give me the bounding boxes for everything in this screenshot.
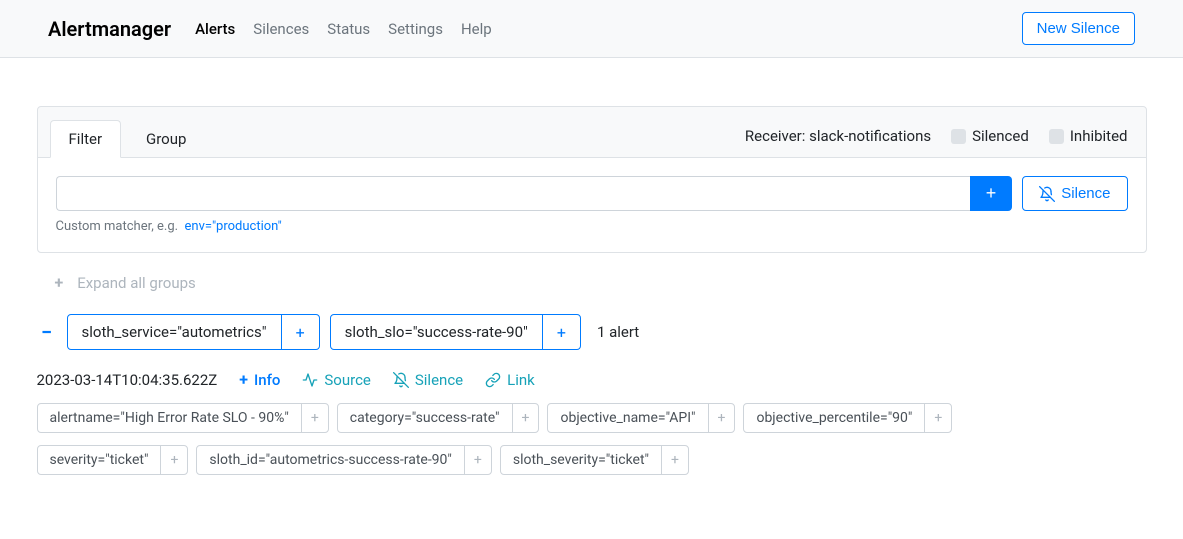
silenced-checkbox[interactable]: Silenced [951, 127, 1029, 145]
filter-hint-example[interactable]: env="production" [185, 219, 282, 234]
label-add-button[interactable]: + [661, 446, 688, 474]
silence-link[interactable]: Silence [393, 371, 463, 389]
alert-count: 1 alert [597, 323, 639, 341]
nav-links: Alerts Silences Status Settings Help [195, 20, 492, 38]
alert-label: alertname="High Error Rate SLO - 90%" + [37, 403, 329, 433]
nav-alerts[interactable]: Alerts [195, 20, 235, 38]
checkbox-icon [951, 129, 966, 144]
alert-timestamp: 2023-03-14T10:04:35.622Z [37, 371, 218, 389]
alert-label: objective_name="API" + [547, 403, 735, 433]
alert-label: sloth_id="autometrics-success-rate-90" + [196, 445, 491, 475]
alert-group-row: − sloth_service="autometrics" + sloth_sl… [37, 302, 1147, 356]
new-silence-button[interactable]: New Silence [1022, 12, 1135, 45]
alert-label: objective_percentile="90" + [743, 403, 952, 433]
link-icon [485, 372, 501, 388]
label-add-button[interactable]: + [924, 404, 951, 432]
group-label-text: sloth_slo="success-rate-90" [331, 315, 542, 349]
inhibited-checkbox[interactable]: Inhibited [1049, 127, 1128, 145]
group-label: sloth_slo="success-rate-90" + [330, 314, 581, 350]
chart-icon [302, 372, 318, 388]
alert-detail: 2023-03-14T10:04:35.622Z + Info Source S… [37, 356, 1147, 481]
label-add-button[interactable]: + [464, 446, 491, 474]
bell-off-icon [393, 372, 409, 388]
label-add-button[interactable]: + [301, 404, 328, 432]
nav-settings[interactable]: Settings [388, 20, 443, 38]
label-add-button[interactable]: + [708, 404, 735, 432]
source-link[interactable]: Source [302, 371, 370, 389]
label-add-button[interactable]: + [160, 446, 187, 474]
top-navbar: Alertmanager Alerts Silences Status Sett… [0, 0, 1183, 58]
tab-filter[interactable]: Filter [50, 120, 122, 158]
filter-card: Filter Group Receiver: slack-notificatio… [37, 106, 1147, 253]
add-filter-button[interactable]: + [970, 176, 1013, 211]
collapse-icon[interactable]: − [37, 320, 57, 344]
nav-status[interactable]: Status [327, 20, 370, 38]
plus-icon: + [55, 273, 64, 292]
info-button[interactable]: + Info [239, 370, 280, 389]
label-add-button[interactable]: + [512, 404, 539, 432]
alert-label: severity="ticket" + [37, 445, 189, 475]
bell-off-icon [1039, 186, 1055, 202]
nav-help[interactable]: Help [461, 20, 492, 38]
expand-all-groups[interactable]: + Expand all groups [37, 253, 1147, 302]
link-link[interactable]: Link [485, 371, 535, 389]
filter-silence-button[interactable]: Silence [1022, 176, 1127, 211]
group-label-add-button[interactable]: + [542, 315, 580, 349]
receiver-label: Receiver: slack-notifications [745, 127, 931, 145]
filter-input[interactable] [56, 176, 970, 211]
alert-label: category="success-rate" + [337, 403, 540, 433]
alert-label: sloth_severity="ticket" + [500, 445, 689, 475]
nav-silences[interactable]: Silences [253, 20, 309, 38]
brand-title: Alertmanager [48, 17, 171, 41]
group-label: sloth_service="autometrics" + [67, 314, 320, 350]
tab-group[interactable]: Group [127, 120, 205, 158]
group-label-text: sloth_service="autometrics" [68, 315, 281, 349]
filter-hint: Custom matcher, e.g. env="production" [56, 219, 1128, 234]
checkbox-icon [1049, 129, 1064, 144]
group-label-add-button[interactable]: + [281, 315, 319, 349]
plus-icon: + [239, 370, 248, 389]
